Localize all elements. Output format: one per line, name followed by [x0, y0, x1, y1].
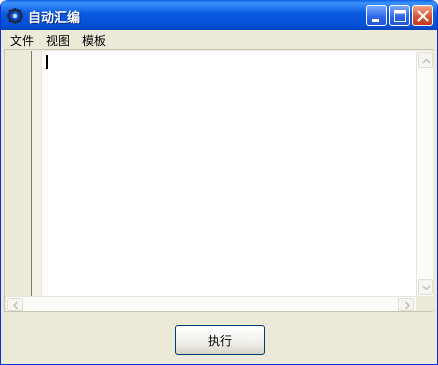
maximize-icon: [394, 10, 406, 22]
app-gear-icon[interactable]: [6, 7, 24, 25]
menu-view[interactable]: 视图: [46, 32, 70, 49]
menu-template[interactable]: 模板: [82, 32, 106, 49]
chevron-right-icon: [404, 301, 411, 310]
main-window: 自动汇编 文件 视图 模板 执行: [0, 0, 438, 365]
scroll-up-button[interactable]: [418, 52, 433, 68]
window-title: 自动汇编: [28, 11, 81, 26]
scrollbar-corner: [416, 296, 433, 311]
maximize-button[interactable]: [389, 5, 410, 26]
scroll-down-button[interactable]: [418, 279, 433, 295]
scroll-right-button[interactable]: [398, 298, 414, 311]
chevron-up-icon: [422, 58, 431, 64]
fold-margin: [32, 51, 41, 296]
minimize-icon: [372, 19, 379, 22]
vertical-scrollbar[interactable]: [416, 51, 433, 296]
close-icon: [417, 10, 429, 22]
code-editor: [4, 49, 433, 312]
text-caret: [46, 55, 48, 69]
menu-file[interactable]: 文件: [10, 32, 34, 49]
menu-bar: 文件 视图 模板: [4, 30, 436, 49]
minimize-button[interactable]: [366, 5, 387, 26]
run-button[interactable]: 执行: [175, 325, 265, 355]
line-number-gutter: [6, 51, 32, 296]
close-button[interactable]: [412, 5, 433, 26]
chevron-left-icon: [12, 301, 19, 310]
horizontal-scrollbar[interactable]: [6, 296, 416, 311]
title-bar[interactable]: 自动汇编: [1, 0, 437, 30]
chevron-down-icon: [422, 285, 431, 291]
scroll-left-button[interactable]: [7, 298, 23, 311]
editor-text-area[interactable]: [42, 51, 416, 296]
